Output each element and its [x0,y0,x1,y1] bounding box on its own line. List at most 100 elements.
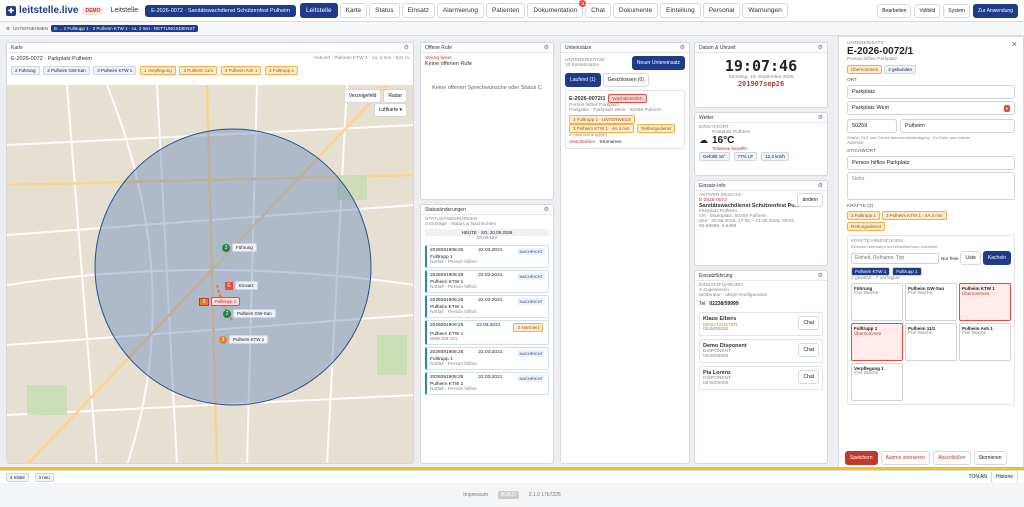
marker-fuehrung[interactable]: 3 Führung [222,243,259,252]
speichern-button[interactable]: Speichern [845,451,878,465]
gear-icon[interactable]: ⚙ [818,114,823,121]
status-row[interactable]: 2026091908:25 22.03.2021 3 Alarmiert Pulhei… [425,320,549,345]
unit-search-input[interactable] [851,252,940,264]
unit-tile[interactable]: Pulheim 11/1 Frei Wache [905,323,957,361]
marker-gw-san[interactable]: 2 Pulheim GW-San [223,309,278,318]
chat-button[interactable]: Chat [798,343,819,357]
tab-laufend[interactable]: Laufend (1) [565,73,601,87]
unit-chip[interactable]: 1 Verpflegung [139,66,176,75]
status-row[interactable]: 2026091908:25 22.03.2021 NACHRICHT Fulltrup… [425,347,549,370]
gear-icon[interactable]: ⚙ [544,206,549,213]
stornieren-button[interactable]: Stornieren [973,451,1007,465]
unit-chip[interactable]: Rettungsdienst [637,124,676,133]
unit-chip[interactable]: 3 Fulltrupp 1 [265,66,299,75]
selected-chip[interactable]: Pulheim KTW 1 [851,267,891,276]
unit-card[interactable]: E-2026-0072/1 Wachdienstlich Person hilfl… [565,90,685,149]
unit-tile[interactable]: Verpflegung 1 Frei Wache [851,363,903,401]
gear-icon[interactable]: ⚙ [6,26,10,32]
ort-field-2[interactable]: Parkplatz West ⌖ [847,101,1015,115]
stornieren-link[interactable]: Stornieren [599,140,621,145]
liste-button[interactable]: Liste [960,251,981,265]
status-row[interactable]: 2026091908:25 22.03.2021 NACHRICHT Pulheim … [425,270,549,293]
unit-tile[interactable]: Führung Frei Wache [851,283,903,321]
plz-field[interactable]: 50259 [847,119,897,133]
status-row[interactable]: 2026091908:25 22.03.2021 NACHRICHT Pulheim … [425,372,549,395]
unit-tile[interactable]: Pulheim KTW 1 Übernommen [959,283,1011,321]
abschliessen-button[interactable]: Abschließen [932,451,971,465]
subbar-pill[interactable]: E-... 2 Fulltrupp 1 · 3 Pulheim KTW 1 · … [51,25,199,32]
nav-dokumente[interactable]: Dokumente [612,3,659,18]
nav-alarmierung[interactable]: Alarmierung [436,3,484,18]
layer-select[interactable]: Luftkarte ▾ [373,103,407,117]
map-pin-icon[interactable]: ⌖ [1003,104,1010,112]
chat-button[interactable]: Chat [798,370,819,384]
force-chip[interactable]: 3 Fulltrupp 1 [847,211,881,220]
tab-geschlossen[interactable]: Geschlossen (0) [602,73,649,87]
gear-icon[interactable]: ⚙ [818,44,823,51]
rd-chip[interactable]: Rettungsdienst [847,222,886,231]
nav-status[interactable]: Status [369,3,400,18]
message-count[interactable]: 4 mittel [6,472,29,482]
nav-personal[interactable]: Personal [702,3,741,18]
gear-icon[interactable]: ⚙ [818,182,823,189]
nur-freie-toggle[interactable]: Nur freie [941,256,958,261]
new-unit-button[interactable]: Neuer Untereinsatz [631,56,685,70]
marker-fulltrupp[interactable]: 3 Fulltrupp 1 [199,297,242,306]
nav-chat[interactable]: Chat [585,3,611,18]
verzeige-button[interactable]: Verzeigefeld [343,89,382,103]
alarme-stornieren-button[interactable]: Alarme stornieren [880,451,930,465]
nav-einteilung[interactable]: Einteilung [660,3,701,18]
gear-icon[interactable]: ⚙ [680,44,685,51]
vollbild-button[interactable]: Vollbild [914,3,941,18]
map-canvas[interactable]: Verzeigefeld Radar Luftkarte ▾ 3 Führung … [7,85,413,463]
unit-chip[interactable]: 3 Fulltrupp 1 · UNTERWEGS [569,115,636,124]
gear-icon[interactable]: ⚙ [818,272,823,279]
gear-icon[interactable]: ⚙ [544,44,549,51]
ton-toggle[interactable]: TON AN [969,474,988,480]
unit-tile[interactable]: Pulheim GW-San Frei Wache [905,283,957,321]
abschliessen-link[interactable]: Abschließen [569,140,595,145]
adresse-link[interactable]: Adresse [847,140,1015,145]
unit-chip[interactable]: 3 Pulheim 11/1 [179,66,218,75]
unit-chip[interactable]: 2 Führung [11,66,40,75]
close-icon[interactable]: × [1012,39,1017,49]
zur-anwendung-button[interactable]: Zur Anwendung [972,3,1018,18]
status-chip[interactable]: Übernommen [847,65,883,74]
unit-chip[interactable]: 3 Pulheim Ash 1 [220,66,262,75]
kacheln-button[interactable]: Kacheln [982,251,1011,265]
unit-tile[interactable]: Fulltrupp 1 Übernommen [851,323,903,361]
edit-button[interactable]: ändern [797,193,823,207]
ort-field-1[interactable]: Parkplatz [847,85,1015,99]
nav-einsatz[interactable]: Einsatz [401,3,435,18]
marker-einsatz[interactable]: E Einsatz [225,281,260,290]
radar-button[interactable]: Radar [383,89,407,103]
historie-button[interactable]: Historie [991,470,1018,484]
marker-ktw[interactable]: 3 Pulheim KTW 1 [219,335,270,344]
force-chip[interactable]: 3 Pulheim KTW 1 · 4A 3 min [882,211,947,220]
city-field[interactable]: Pulheim [900,119,1015,133]
unit-chip[interactable]: 3 Pulheim KTW 1 [93,66,137,75]
nav-karte[interactable]: Karte [339,3,368,18]
stichwort-field[interactable]: Person hilflos Parkplatz [847,156,1015,170]
nav-patienten[interactable]: Patienten [485,3,526,18]
nav-leitstelle[interactable]: Leitstelle [299,3,338,18]
nav-dokumentation[interactable]: Dokumentation 3 [527,0,587,18]
status-row[interactable]: 2026091908:25 22.03.2021 NACHRICHT Pulheim … [425,295,549,318]
chat-button[interactable]: Chat [798,316,819,330]
app-logo[interactable]: ✚ leitstelle.live [6,5,78,16]
bearbeiten-button[interactable]: Bearbeiten [877,3,912,18]
leitstelle-link[interactable]: Leitstelle [107,7,141,14]
status-header: Statusänderungen ⚙ [421,205,553,215]
status-row[interactable]: 2026091908:25 22.03.2021 NACHRICHT Fulltrup… [425,245,549,268]
nav-warnungen[interactable]: Warnungen [742,3,788,18]
incident-pill[interactable]: E-2026-0072 · Sanitätswachdienst Schütze… [145,4,296,17]
unit-chip[interactable]: 3 Pulheim KTW 1 · 4A 3 min [569,124,634,133]
system-button[interactable]: System [943,3,970,18]
gear-icon[interactable]: ⚙ [404,44,409,51]
unit-tile[interactable]: Pulheim Ash 1 Frei Wache [959,323,1011,361]
notiz-field[interactable]: Notiz [847,172,1015,200]
unit-chip[interactable]: 2 Pulheim GW-San [43,66,90,75]
new-count[interactable]: 3 neu [34,472,54,482]
impressum-link[interactable]: Impressum [463,492,488,498]
selected-chip[interactable]: Fulltrupp 1 [892,267,922,276]
